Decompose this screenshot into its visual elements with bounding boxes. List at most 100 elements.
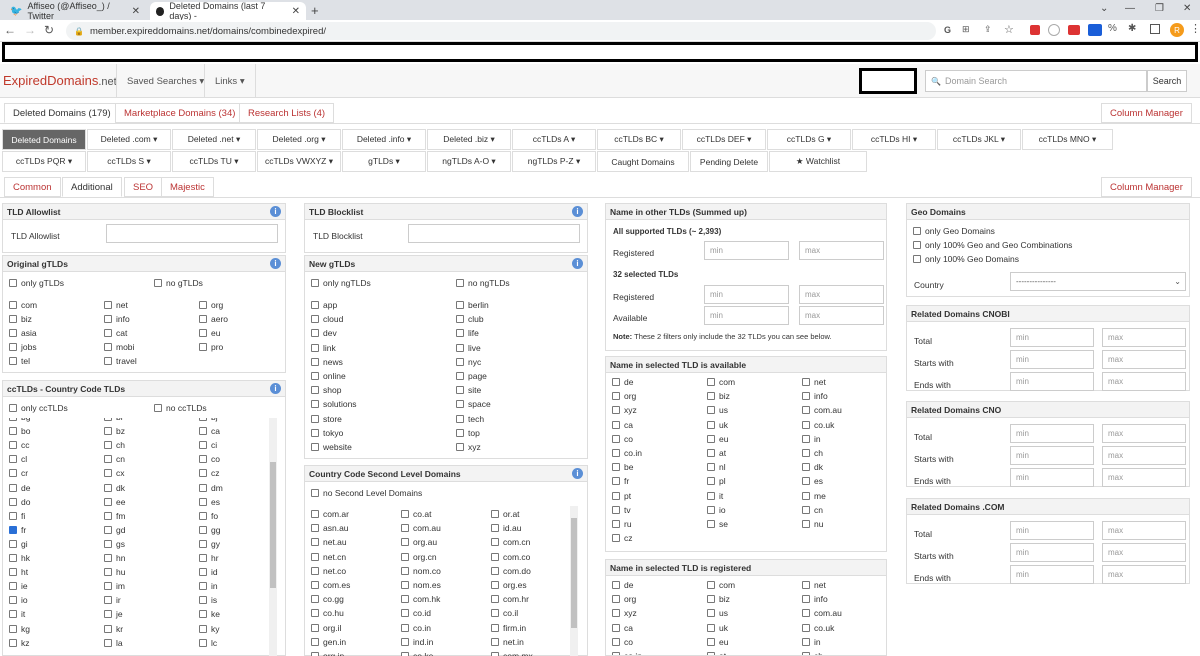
avail-checkbox-cz[interactable]: cz [612, 533, 633, 543]
only-100-geo-checkbox[interactable]: only 100% Geo Domains [913, 254, 1019, 264]
sld-checkbox-gen-in[interactable]: gen.in [311, 637, 346, 647]
cctld-checkbox-ee[interactable]: ee [104, 497, 125, 507]
related-max-input[interactable]: max [1102, 468, 1186, 487]
reg-checkbox-us[interactable]: us [707, 608, 728, 618]
sld-checkbox-co-gg[interactable]: co.gg [311, 594, 344, 604]
avail-checkbox-xyz[interactable]: xyz [612, 405, 637, 415]
extension-blue-icon[interactable] [1088, 24, 1102, 36]
cctld-checkbox-it[interactable]: it [9, 609, 25, 619]
info-icon[interactable]: i [270, 206, 281, 217]
cctld-checkbox-fm[interactable]: fm [104, 511, 125, 521]
cctld-checkbox-gi[interactable]: gi [9, 539, 28, 549]
nav-gtlds[interactable]: gTLDs ▾ [342, 151, 426, 172]
cctld-checkbox-fi[interactable]: fi [9, 511, 25, 521]
ngtld-checkbox-store[interactable]: store [311, 414, 342, 424]
sld-checkbox-nom-es[interactable]: nom.es [401, 580, 441, 590]
ngtld-checkbox-life[interactable]: life [456, 328, 479, 338]
sel-available-min[interactable]: min [704, 306, 789, 325]
related-max-input[interactable]: max [1102, 543, 1186, 562]
reg-checkbox-biz[interactable]: biz [707, 594, 730, 604]
avail-checkbox-in[interactable]: in [802, 434, 821, 444]
cctld-checkbox-gy[interactable]: gy [199, 539, 220, 549]
cctld-checkbox-io[interactable]: io [9, 595, 28, 605]
nav-deleted-info[interactable]: Deleted .info ▾ [342, 129, 426, 150]
reg-checkbox-ca[interactable]: ca [612, 623, 633, 633]
nav-cctlds-a[interactable]: ccTLDs A ▾ [512, 129, 596, 150]
cctld-checkbox-in[interactable]: in [199, 581, 218, 591]
nav-deleted-domains[interactable]: Deleted Domains [2, 129, 86, 150]
sld-checkbox-com-au[interactable]: com.au [401, 523, 441, 533]
ngtld-checkbox-online[interactable]: online [311, 371, 346, 381]
cctld-checkbox-ky[interactable]: ky [199, 624, 220, 634]
nav-cctlds-vwxyz[interactable]: ccTLDs VWXYZ ▾ [257, 151, 341, 172]
reg-checkbox-co-uk[interactable]: co.uk [802, 623, 834, 633]
nav-cctlds-hi[interactable]: ccTLDs HI ▾ [852, 129, 936, 150]
ngtld-checkbox-live[interactable]: live [456, 343, 481, 353]
cctld-checkbox-kg[interactable]: kg [9, 624, 30, 634]
avail-checkbox-co[interactable]: co [612, 434, 633, 444]
reg-checkbox-in[interactable]: in [802, 637, 821, 647]
sld-checkbox-co-hu[interactable]: co.hu [311, 608, 344, 618]
column-manager-button-2[interactable]: Column Manager [1101, 177, 1192, 197]
cctld-checkbox-hu[interactable]: hu [104, 567, 125, 577]
sidepanel-icon[interactable] [1150, 24, 1160, 34]
cctld-checkbox-cz[interactable]: cz [199, 468, 220, 478]
nav-deleted-net[interactable]: Deleted .net ▾ [172, 129, 256, 150]
sld-checkbox-net-au[interactable]: net.au [311, 537, 347, 547]
geo-combinations-checkbox[interactable]: only 100% Geo and Geo Combinations [913, 240, 1072, 250]
reg-checkbox-net[interactable]: net [802, 580, 826, 590]
browser-tab-twitter[interactable]: 🐦 Affiseo (@Affiseo_) / Twitter ✕ [4, 1, 146, 21]
nav-cctlds-bc[interactable]: ccTLDs BC ▾ [597, 129, 681, 150]
related-max-input[interactable]: max [1102, 521, 1186, 540]
related-max-input[interactable]: max [1102, 328, 1186, 347]
related-min-input[interactable]: min [1010, 372, 1094, 391]
tab-seo[interactable]: SEO [124, 177, 163, 197]
translate-icon[interactable]: ⊞ [962, 24, 970, 35]
cctld-checkbox-es[interactable]: es [199, 497, 220, 507]
avail-checkbox-info[interactable]: info [802, 391, 828, 401]
cctld-checkbox-fo[interactable]: fo [199, 511, 218, 521]
sld-checkbox-firm-in[interactable]: firm.in [491, 623, 526, 633]
related-min-input[interactable]: min [1010, 424, 1094, 443]
gtld-checkbox-mobi[interactable]: mobi [104, 342, 134, 352]
cctld-checkbox-lc[interactable]: lc [199, 638, 217, 648]
domain-search-input[interactable]: 🔍 Domain Search [925, 70, 1147, 92]
avail-checkbox-se[interactable]: se [707, 519, 728, 529]
only-geo-checkbox[interactable]: only Geo Domains [913, 226, 995, 236]
avail-checkbox-es[interactable]: es [802, 476, 823, 486]
only-gtlds-checkbox[interactable]: only gTLDs [9, 278, 64, 288]
saved-searches-menu[interactable]: Saved Searches ▾ [116, 64, 214, 98]
avail-checkbox-pl[interactable]: pl [707, 476, 726, 486]
nav-ngtlds-p-z[interactable]: ngTLDs P-Z ▾ [512, 151, 596, 172]
sld-checkbox-org-cn[interactable]: org.cn [401, 552, 437, 562]
no-second-level-checkbox[interactable]: no Second Level Domains [311, 488, 422, 498]
reg-checkbox-com[interactable]: com [707, 580, 735, 590]
related-max-input[interactable]: max [1102, 565, 1186, 584]
avail-checkbox-at[interactable]: at [707, 448, 726, 458]
reg-checkbox-eu[interactable]: eu [707, 637, 728, 647]
avail-checkbox-pt[interactable]: pt [612, 491, 631, 501]
nav-watchlist[interactable]: ★ Watchlist [769, 151, 867, 172]
cctld-checkbox-hn[interactable]: hn [104, 553, 125, 563]
gtld-checkbox-net[interactable]: net [104, 300, 128, 310]
avail-checkbox-ca[interactable]: ca [612, 420, 633, 430]
cctld-checkbox-bi[interactable]: bi [104, 418, 123, 422]
reg-checkbox-xyz[interactable]: xyz [612, 608, 637, 618]
all-registered-min[interactable]: min [704, 241, 789, 260]
cctld-checkbox-gd[interactable]: gd [104, 525, 125, 535]
gtld-checkbox-info[interactable]: info [104, 314, 130, 324]
new-tab-button[interactable]: + [311, 3, 319, 18]
ngtld-checkbox-solutions[interactable]: solutions [311, 399, 357, 409]
sld-checkbox-ind-in[interactable]: ind.in [401, 637, 433, 647]
reg-checkbox-at[interactable]: at [707, 651, 726, 655]
info-icon[interactable]: i [270, 383, 281, 394]
sld-checkbox-com-hk[interactable]: com.hk [401, 594, 440, 604]
sld-checkbox-org-au[interactable]: org.au [401, 537, 437, 547]
reg-checkbox-org[interactable]: org [612, 594, 636, 604]
tab-search-icon[interactable]: ⌄ [1100, 3, 1108, 14]
cctld-checkbox-cc[interactable]: cc [9, 440, 30, 450]
gtld-checkbox-asia[interactable]: asia [9, 328, 37, 338]
info-icon[interactable]: i [572, 258, 583, 269]
nav-deleted-com[interactable]: Deleted .com ▾ [87, 129, 171, 150]
cctld-checkbox-kz[interactable]: kz [9, 638, 30, 648]
